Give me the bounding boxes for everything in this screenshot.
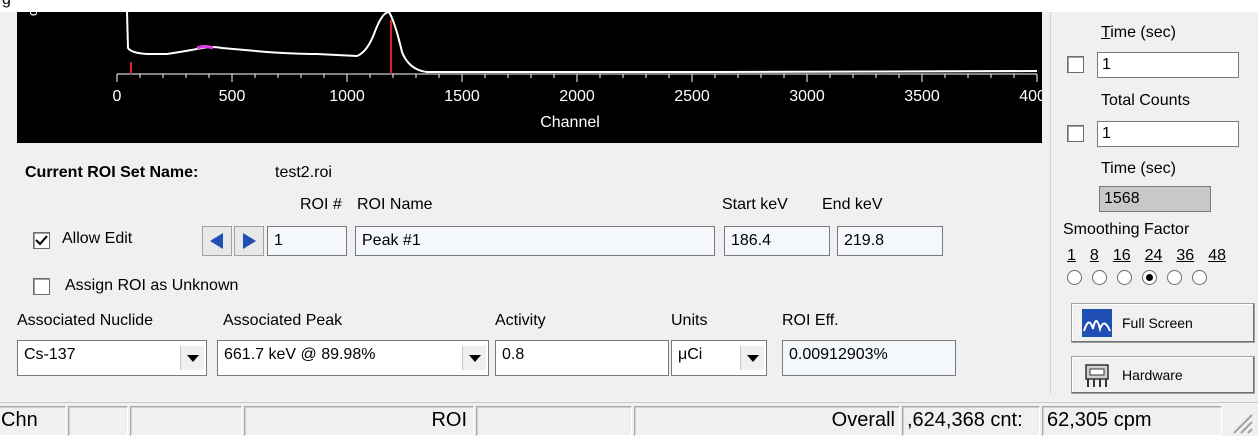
spectrum-plot[interactable]: co 0 500 1000 1500 2000 2500 3000 3500 4000 Chan… bbox=[17, 12, 1042, 143]
roi-highlight bbox=[196, 45, 214, 50]
end-kev-input[interactable]: 219.8 bbox=[837, 226, 943, 256]
resize-grip-icon[interactable] bbox=[1228, 409, 1254, 435]
peak-select[interactable]: 661.7 keV @ 89.98% bbox=[217, 340, 489, 376]
smoothing-option-48[interactable]: 48 bbox=[1208, 247, 1226, 265]
x-tick-label: 2000 bbox=[559, 88, 595, 105]
units-select[interactable]: μCi bbox=[671, 340, 767, 376]
units-value: μCi bbox=[678, 346, 703, 363]
hardware-icon bbox=[1085, 364, 1109, 387]
x-axis-ticks bbox=[116, 74, 1038, 82]
peak-value: 661.7 keV @ 89.98% bbox=[224, 346, 376, 363]
allow-edit-checkbox[interactable] bbox=[33, 232, 50, 249]
x-tick-label: 3500 bbox=[904, 88, 940, 105]
nuclide-dropdown-icon[interactable] bbox=[180, 346, 204, 370]
waveform-icon bbox=[1082, 309, 1112, 337]
hardware-label: Hardware bbox=[1122, 367, 1183, 383]
end-kev-label: End keV bbox=[822, 196, 883, 213]
arrow-left-icon bbox=[210, 233, 223, 249]
top-strip: g bbox=[0, 0, 1258, 12]
x-tick-label: 3000 bbox=[789, 88, 825, 105]
start-kev-input[interactable]: 186.4 bbox=[724, 226, 830, 256]
status-overall-label: Overall bbox=[831, 409, 895, 431]
assign-unknown-label: Assign ROI as Unknown bbox=[65, 277, 239, 294]
smoothing-radio-group bbox=[1067, 270, 1207, 285]
activity-input[interactable]: 0.8 bbox=[495, 340, 669, 376]
elapsed-time-value: 1568 bbox=[1099, 186, 1211, 212]
status-counts-cell: ,624,368 cnt: bbox=[902, 406, 1040, 436]
smoothing-factor-label: Smoothing Factor bbox=[1063, 221, 1190, 238]
arrow-right-icon bbox=[243, 233, 256, 249]
roi-eff-label: ROI Eff. bbox=[782, 312, 839, 329]
x-tick-label: 500 bbox=[218, 88, 246, 105]
total-counts-input[interactable]: 1 bbox=[1097, 121, 1239, 147]
full-screen-button[interactable]: Full Screen bbox=[1071, 303, 1255, 343]
status-cell-2 bbox=[68, 406, 128, 436]
allow-edit-label: Allow Edit bbox=[62, 230, 133, 247]
x-tick-label: 2500 bbox=[674, 88, 710, 105]
spectrum-trace bbox=[126, 12, 1038, 73]
roi-name-label: ROI Name bbox=[357, 196, 433, 213]
status-bar: Chn ROI Overall ,624,368 cnt: 62,305 cpm bbox=[0, 402, 1258, 436]
time-checkbox[interactable] bbox=[1067, 56, 1084, 73]
status-roi-label: ROI bbox=[431, 409, 467, 431]
prev-roi-button[interactable] bbox=[202, 226, 232, 256]
roi-name-input[interactable]: Peak #1 bbox=[355, 226, 715, 256]
elapsed-time-label: Time (sec) bbox=[1101, 160, 1176, 177]
x-tick-label: 1500 bbox=[444, 88, 480, 105]
smoothing-option-8[interactable]: 8 bbox=[1090, 247, 1099, 265]
roi-set-name-value: test2.roi bbox=[275, 164, 332, 181]
x-tick-label: 4000 bbox=[1019, 88, 1042, 105]
status-cell-3 bbox=[130, 406, 242, 436]
start-kev-label: Start keV bbox=[722, 196, 788, 213]
status-chn-cell: Chn bbox=[0, 406, 66, 436]
nuclide-value: Cs-137 bbox=[24, 346, 76, 363]
status-overall-cell: Overall bbox=[634, 406, 900, 436]
smoothing-option-36[interactable]: 36 bbox=[1176, 247, 1194, 265]
status-cpm-cell: 62,305 cpm bbox=[1042, 406, 1222, 436]
smoothing-option-24[interactable]: 24 bbox=[1145, 247, 1163, 265]
x-tick-label: 0 bbox=[112, 88, 122, 105]
peak-dropdown-icon[interactable] bbox=[462, 346, 486, 370]
roi-efficiency-value: 0.00912903% bbox=[782, 340, 956, 376]
assign-unknown-checkbox[interactable] bbox=[33, 278, 50, 295]
roi-number-label: ROI # bbox=[300, 196, 342, 213]
right-panel: Time (sec) 1 Total Counts 1 Time (sec) 1… bbox=[1050, 12, 1258, 394]
status-cpm-value: 62,305 cpm bbox=[1047, 409, 1152, 431]
roi-number-input[interactable]: 1 bbox=[267, 226, 347, 256]
status-counts-value: ,624,368 cnt: bbox=[907, 409, 1023, 431]
total-counts-checkbox[interactable] bbox=[1067, 125, 1084, 142]
associated-peak-label: Associated Peak bbox=[223, 312, 343, 329]
status-roi-cell: ROI bbox=[244, 406, 474, 436]
smoothing-option-16[interactable]: 16 bbox=[1113, 247, 1131, 265]
time-label: Time (sec) bbox=[1101, 24, 1176, 41]
y-axis-label: co bbox=[25, 12, 40, 16]
title-fragment: g bbox=[2, 0, 11, 9]
full-screen-label: Full Screen bbox=[1122, 315, 1193, 331]
units-label: Units bbox=[671, 312, 708, 329]
nuclide-select[interactable]: Cs-137 bbox=[17, 340, 207, 376]
next-roi-button[interactable] bbox=[234, 226, 264, 256]
smoothing-radio-24[interactable] bbox=[1142, 270, 1157, 285]
hardware-button[interactable]: Hardware bbox=[1071, 356, 1255, 394]
status-cell-5 bbox=[476, 406, 632, 436]
status-chn-label: Chn bbox=[1, 409, 38, 431]
smoothing-options: 1 8 16 24 36 48 bbox=[1067, 247, 1226, 265]
spectrum-canvas bbox=[116, 12, 1038, 82]
smoothing-radio-16[interactable] bbox=[1117, 270, 1132, 285]
total-counts-label: Total Counts bbox=[1101, 92, 1190, 109]
x-tick-label: 1000 bbox=[329, 88, 365, 105]
smoothing-radio-1[interactable] bbox=[1067, 270, 1082, 285]
smoothing-radio-36[interactable] bbox=[1167, 270, 1182, 285]
activity-label: Activity bbox=[495, 312, 546, 329]
checkmark-icon bbox=[35, 235, 48, 246]
roi-set-name-label: Current ROI Set Name: bbox=[25, 164, 199, 181]
roi-panel: Current ROI Set Name: test2.roi ROI # RO… bbox=[17, 144, 1047, 394]
time-input[interactable]: 1 bbox=[1097, 52, 1239, 78]
smoothing-option-1[interactable]: 1 bbox=[1067, 247, 1076, 265]
smoothing-radio-8[interactable] bbox=[1092, 270, 1107, 285]
x-axis-title: Channel bbox=[540, 114, 600, 131]
units-dropdown-icon[interactable] bbox=[740, 346, 764, 370]
smoothing-radio-48[interactable] bbox=[1192, 270, 1207, 285]
associated-nuclide-label: Associated Nuclide bbox=[17, 312, 154, 329]
